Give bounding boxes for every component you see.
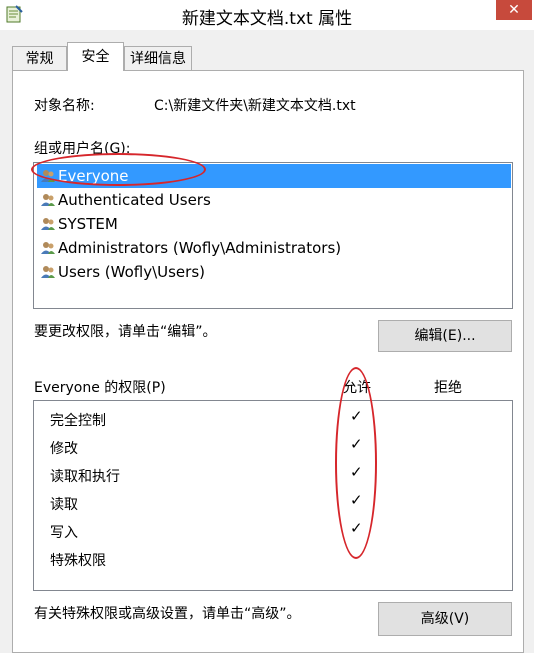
group-name: Users (Wofly\Users) <box>58 263 205 281</box>
allow-check: ✓ <box>350 407 363 425</box>
users-icon <box>41 170 55 182</box>
group-name: SYSTEM <box>58 215 118 233</box>
change-permissions-hint: 要更改权限，请单击“编辑”。 <box>34 324 217 340</box>
groups-label: 组或用户名(G): <box>34 141 131 157</box>
group-name: Authenticated Users <box>58 191 211 209</box>
allow-check: ✓ <box>350 491 363 509</box>
deny-column-header: 拒绝 <box>434 380 462 396</box>
tab-security[interactable]: 安全 <box>67 42 124 71</box>
allow-check: ✓ <box>350 519 363 537</box>
properties-dialog: 常规 安全 详细信息 对象名称: C:\新建文件夹\新建文本文档.txt 组或用… <box>0 30 534 653</box>
permission-name: 写入 <box>50 525 78 541</box>
edit-button[interactable]: 编辑(E)... <box>378 320 512 352</box>
advanced-hint: 有关特殊权限或高级设置，请单击“高级”。 <box>34 606 301 622</box>
permissions-list[interactable]: 完全控制 ✓ 修改 ✓ 读取和执行 ✓ 读取 ✓ 写入 ✓ 特殊权限 <box>33 400 513 591</box>
group-name: Administrators (Wofly\Administrators) <box>58 239 342 257</box>
permission-name: 读取 <box>50 497 78 513</box>
title-bar: 新建文本文档.txt 属性 ✕ <box>0 0 534 30</box>
permission-name: 读取和执行 <box>50 469 120 485</box>
tab-general[interactable]: 常规 <box>12 46 67 70</box>
groups-list[interactable]: Everyone Authenticated Users SYSTEM Admi… <box>33 162 513 309</box>
users-icon <box>41 218 55 230</box>
permission-name: 特殊权限 <box>50 553 106 569</box>
users-icon <box>41 194 55 206</box>
users-icon <box>41 266 55 278</box>
users-icon <box>41 242 55 254</box>
tab-details[interactable]: 详细信息 <box>124 46 192 70</box>
allow-check: ✓ <box>350 435 363 453</box>
group-name: Everyone <box>58 167 129 185</box>
permission-name: 修改 <box>50 441 78 457</box>
advanced-button[interactable]: 高级(V) <box>378 602 512 636</box>
window-title: 新建文本文档.txt 属性 <box>181 9 353 29</box>
object-name-label: 对象名称: <box>34 98 95 114</box>
security-panel: 对象名称: C:\新建文件夹\新建文本文档.txt 组或用户名(G): Ever… <box>12 70 524 653</box>
close-button[interactable]: ✕ <box>496 0 532 20</box>
object-name-value: C:\新建文件夹\新建文本文档.txt <box>154 98 356 114</box>
allow-column-header: 允许 <box>343 380 371 396</box>
allow-check: ✓ <box>350 463 363 481</box>
permissions-label: Everyone 的权限(P) <box>34 380 166 396</box>
list-item[interactable]: Everyone <box>37 164 511 188</box>
permission-name: 完全控制 <box>50 413 106 429</box>
